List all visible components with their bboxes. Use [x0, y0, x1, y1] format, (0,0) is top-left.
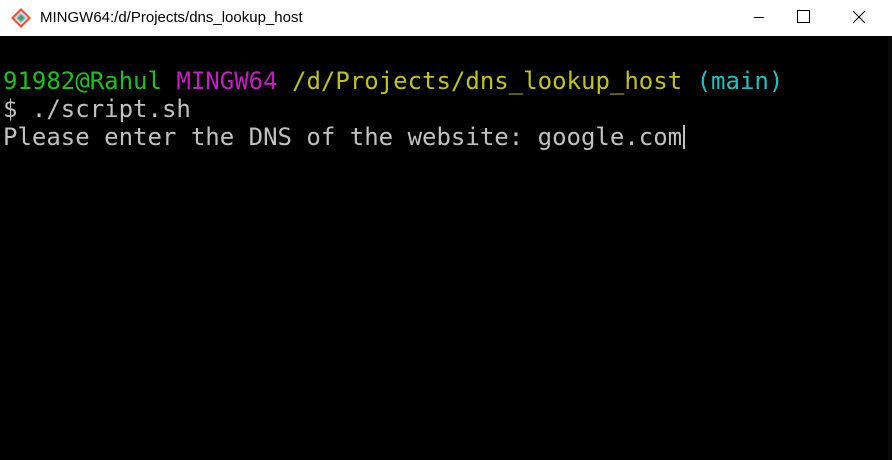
maximize-button[interactable]	[780, 0, 826, 36]
text-cursor	[683, 125, 686, 149]
prompt-path: /d/Projects/dns_lookup_host	[292, 67, 683, 95]
close-icon	[852, 10, 866, 24]
prompt-user-host: 91982@Rahul	[3, 67, 162, 95]
title-bar[interactable]: MINGW64:/d/Projects/dns_lookup_host	[0, 0, 892, 36]
scrollbar[interactable]	[888, 36, 892, 460]
prompt-branch: (main)	[696, 67, 784, 95]
terminal-window: MINGW64:/d/Projects/dns_lookup_host 9198…	[0, 0, 892, 460]
terminal-output[interactable]: 91982@Rahul MINGW64 /d/Projects/dns_look…	[0, 36, 892, 460]
input-line[interactable]: Please enter the DNS of the website: goo…	[3, 123, 686, 151]
prompt-system: MINGW64	[176, 67, 278, 95]
window-title: MINGW64:/d/Projects/dns_lookup_host	[40, 9, 303, 26]
command-line: $ ./script.sh	[3, 95, 191, 123]
minimize-button[interactable]	[736, 0, 782, 36]
minimize-icon	[754, 17, 764, 18]
output-prompt: Please enter the DNS of the website:	[3, 123, 538, 151]
user-input[interactable]: google.com	[538, 123, 683, 151]
maximize-icon	[797, 10, 810, 23]
close-button[interactable]	[836, 0, 882, 36]
git-bash-icon[interactable]	[11, 8, 31, 28]
prompt-line: 91982@Rahul MINGW64 /d/Projects/dns_look…	[3, 67, 783, 95]
